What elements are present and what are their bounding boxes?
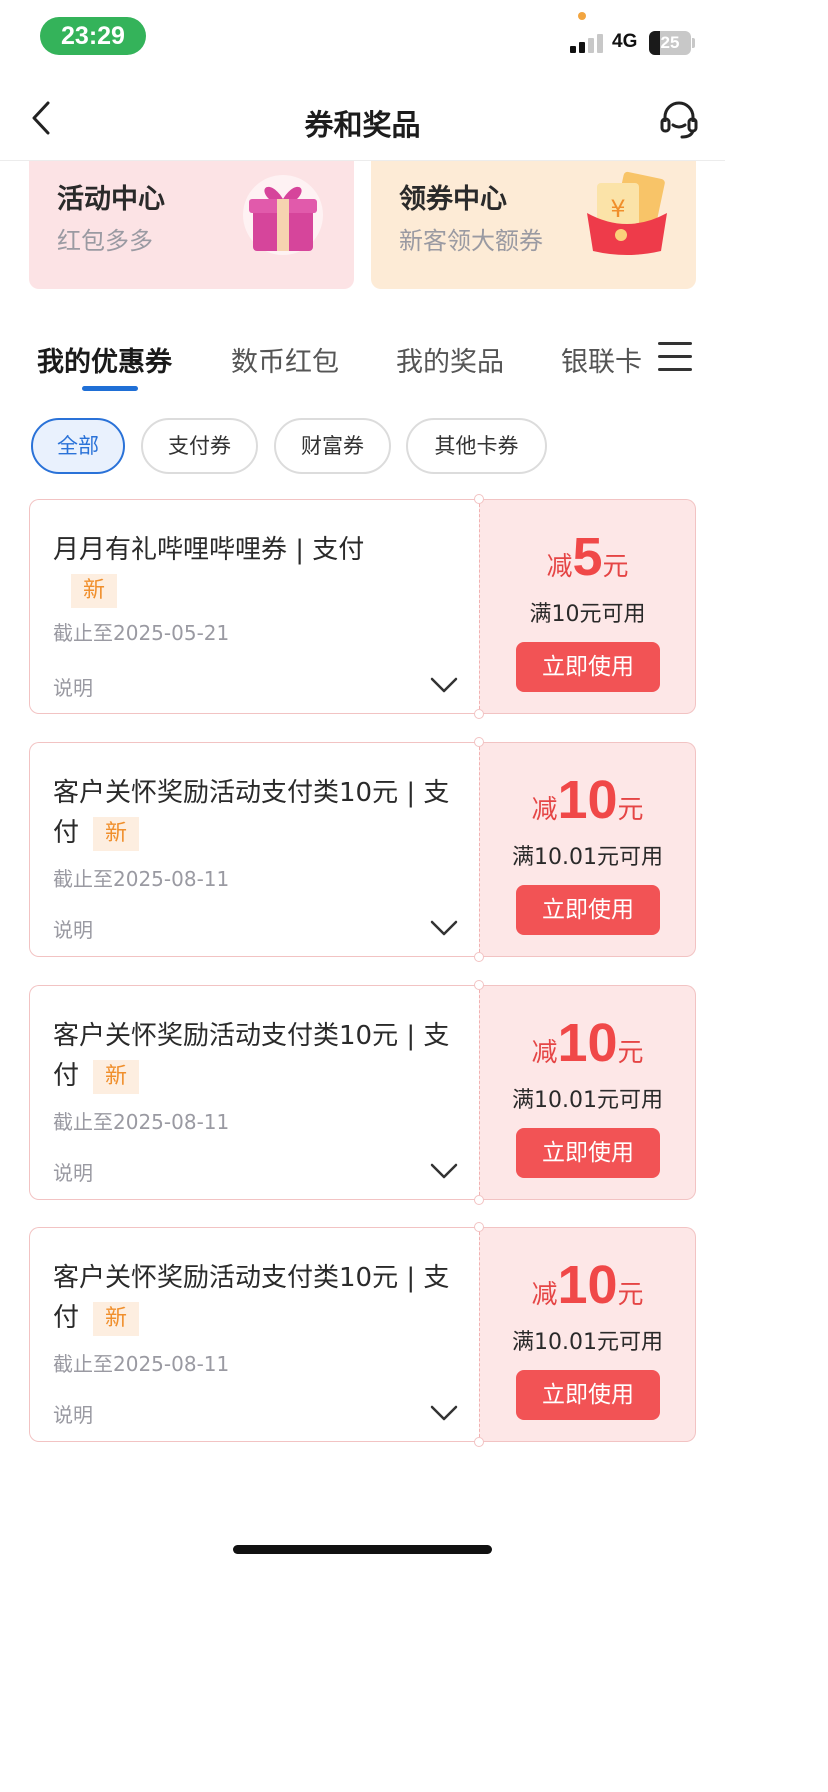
- use-now-button[interactable]: 立即使用: [516, 885, 660, 935]
- coupon-amount: 减10元: [480, 769, 695, 831]
- coupon-notch: [474, 1195, 484, 1205]
- coupon-card: 客户关怀奖励活动支付类10元 | 支付新 截止至2025-08-11 说明 减1…: [29, 1222, 696, 1447]
- filter-chip-payment[interactable]: 支付券: [141, 418, 258, 474]
- coupon-condition: 满10.01元可用: [512, 1088, 663, 1113]
- coupon-expiry: 截止至2025-05-21: [53, 621, 230, 645]
- discount-amount: 10: [557, 1255, 618, 1315]
- use-now-button[interactable]: 立即使用: [516, 642, 660, 692]
- promo-subtitle: 新客领大额券: [399, 227, 543, 255]
- coupon-card: 客户关怀奖励活动支付类10元 | 支付新 截止至2025-08-11 说明 减1…: [29, 980, 696, 1205]
- status-bar: 23:29 4G 25: [0, 0, 725, 72]
- coupon-notch: [474, 980, 484, 990]
- discount-unit: 元: [602, 552, 629, 582]
- coupon-condition: 满10.01元可用: [512, 1330, 663, 1355]
- new-badge: 新: [93, 1301, 140, 1336]
- discount-prefix: 减: [531, 795, 558, 825]
- gift-box-icon: [241, 171, 325, 261]
- filter-chip-all[interactable]: 全部: [31, 418, 125, 474]
- filter-chip-other[interactable]: 其他卡券: [406, 418, 547, 474]
- coupon-title-text: 月月有礼哔哩哔哩券 | 支付: [53, 535, 365, 565]
- coupon-info: 客户关怀奖励活动支付类10元 | 支付新 截止至2025-08-11 说明: [29, 742, 479, 957]
- coupon-notch: [474, 709, 484, 719]
- coupon-expiry: 截止至2025-08-11: [53, 867, 230, 891]
- page-title: 券和奖品: [304, 108, 421, 142]
- svg-text:¥: ¥: [610, 195, 625, 223]
- discount-amount: 5: [572, 527, 603, 587]
- coupon-amount: 减10元: [480, 1012, 695, 1074]
- promo-coupon-center[interactable]: 领券中心 新客领大额券 ¥: [371, 161, 696, 289]
- coupon-description-toggle[interactable]: 说明: [53, 1157, 93, 1186]
- chevron-down-icon[interactable]: [430, 1162, 458, 1180]
- discount-unit: 元: [617, 795, 644, 825]
- coupon-condition: 满10元可用: [529, 602, 646, 627]
- use-now-button[interactable]: 立即使用: [516, 1128, 660, 1178]
- coupon-notch: [474, 952, 484, 962]
- chevron-down-icon[interactable]: [430, 676, 458, 694]
- tab-my-coupons[interactable]: 我的优惠券: [37, 340, 172, 379]
- coupon-title: 月月有礼哔哩哔哩券 | 支付 新: [53, 530, 461, 610]
- network-type: 4G: [612, 31, 638, 52]
- coupon-expiry: 截止至2025-08-11: [53, 1352, 230, 1376]
- coupon-amount: 减5元: [480, 526, 695, 588]
- coupon-tabs: 我的优惠券 数币红包 我的奖品 银联卡: [0, 330, 725, 400]
- nav-bar: 券和奖品: [0, 72, 725, 161]
- coupon-card: 月月有礼哔哩哔哩券 | 支付 新 截止至2025-05-21 说明 减5元 满1…: [29, 494, 696, 719]
- discount-prefix: 减: [531, 1280, 558, 1310]
- headset-icon[interactable]: [660, 100, 698, 140]
- coupon-notch: [474, 1222, 484, 1232]
- coupon-value-panel: 减10元 满10.01元可用 立即使用: [479, 985, 696, 1200]
- discount-amount: 10: [557, 770, 618, 830]
- tab-my-prizes[interactable]: 我的奖品: [396, 340, 504, 379]
- coupon-condition: 满10.01元可用: [512, 845, 663, 870]
- coupon-description-toggle[interactable]: 说明: [53, 914, 93, 943]
- tab-digital-red-packets[interactable]: 数币红包: [231, 340, 339, 379]
- new-badge: 新: [93, 1059, 140, 1094]
- battery-tip: [692, 38, 695, 48]
- coupon-notch: [474, 737, 484, 747]
- home-indicator[interactable]: [233, 1545, 492, 1554]
- coupon-info: 客户关怀奖励活动支付类10元 | 支付新 截止至2025-08-11 说明: [29, 1227, 479, 1442]
- red-envelope-icon: ¥: [583, 169, 671, 261]
- promo-title: 领券中心: [399, 184, 507, 215]
- new-badge: 新: [93, 816, 140, 851]
- coupon-value-panel: 减5元 满10元可用 立即使用: [479, 499, 696, 714]
- promo-title: 活动中心: [57, 184, 165, 215]
- coupon-expiry: 截止至2025-08-11: [53, 1110, 230, 1134]
- coupon-card: 客户关怀奖励活动支付类10元 | 支付新 截止至2025-08-11 说明 减1…: [29, 737, 696, 962]
- chevron-down-icon[interactable]: [430, 919, 458, 937]
- coupon-amount: 减10元: [480, 1254, 695, 1316]
- privacy-indicator-dot: [578, 12, 586, 20]
- coupon-description-toggle[interactable]: 说明: [53, 672, 93, 701]
- coupon-value-panel: 减10元 满10.01元可用 立即使用: [479, 1227, 696, 1442]
- promo-subtitle: 红包多多: [57, 227, 153, 255]
- coupon-title: 客户关怀奖励活动支付类10元 | 支付新: [53, 1016, 461, 1096]
- discount-unit: 元: [617, 1038, 644, 1068]
- coupon-title: 客户关怀奖励活动支付类10元 | 支付新: [53, 1258, 461, 1338]
- coupon-notch: [474, 494, 484, 504]
- discount-amount: 10: [557, 1013, 618, 1073]
- coupon-title: 客户关怀奖励活动支付类10元 | 支付新: [53, 773, 461, 853]
- battery-level: 25: [660, 33, 680, 52]
- discount-unit: 元: [617, 1280, 644, 1310]
- coupon-description-toggle[interactable]: 说明: [53, 1399, 93, 1428]
- battery-icon: 25: [649, 31, 691, 55]
- coupon-value-panel: 减10元 满10.01元可用 立即使用: [479, 742, 696, 957]
- discount-prefix: 减: [546, 552, 573, 582]
- coupon-notch: [474, 1437, 484, 1447]
- chevron-down-icon[interactable]: [430, 1404, 458, 1422]
- menu-icon[interactable]: [658, 342, 692, 374]
- new-badge: 新: [71, 573, 118, 608]
- tab-unionpay-card[interactable]: 银联卡: [561, 340, 642, 379]
- promo-activity-center[interactable]: 活动中心 红包多多: [29, 161, 354, 289]
- coupon-info: 月月有礼哔哩哔哩券 | 支付 新 截止至2025-05-21 说明: [29, 499, 479, 714]
- coupon-info: 客户关怀奖励活动支付类10元 | 支付新 截止至2025-08-11 说明: [29, 985, 479, 1200]
- signal-icon: [570, 33, 606, 53]
- discount-prefix: 减: [531, 1038, 558, 1068]
- status-time: 23:29: [40, 17, 146, 55]
- use-now-button[interactable]: 立即使用: [516, 1370, 660, 1420]
- filter-chip-wealth[interactable]: 财富券: [274, 418, 391, 474]
- tab-active-indicator: [82, 386, 138, 391]
